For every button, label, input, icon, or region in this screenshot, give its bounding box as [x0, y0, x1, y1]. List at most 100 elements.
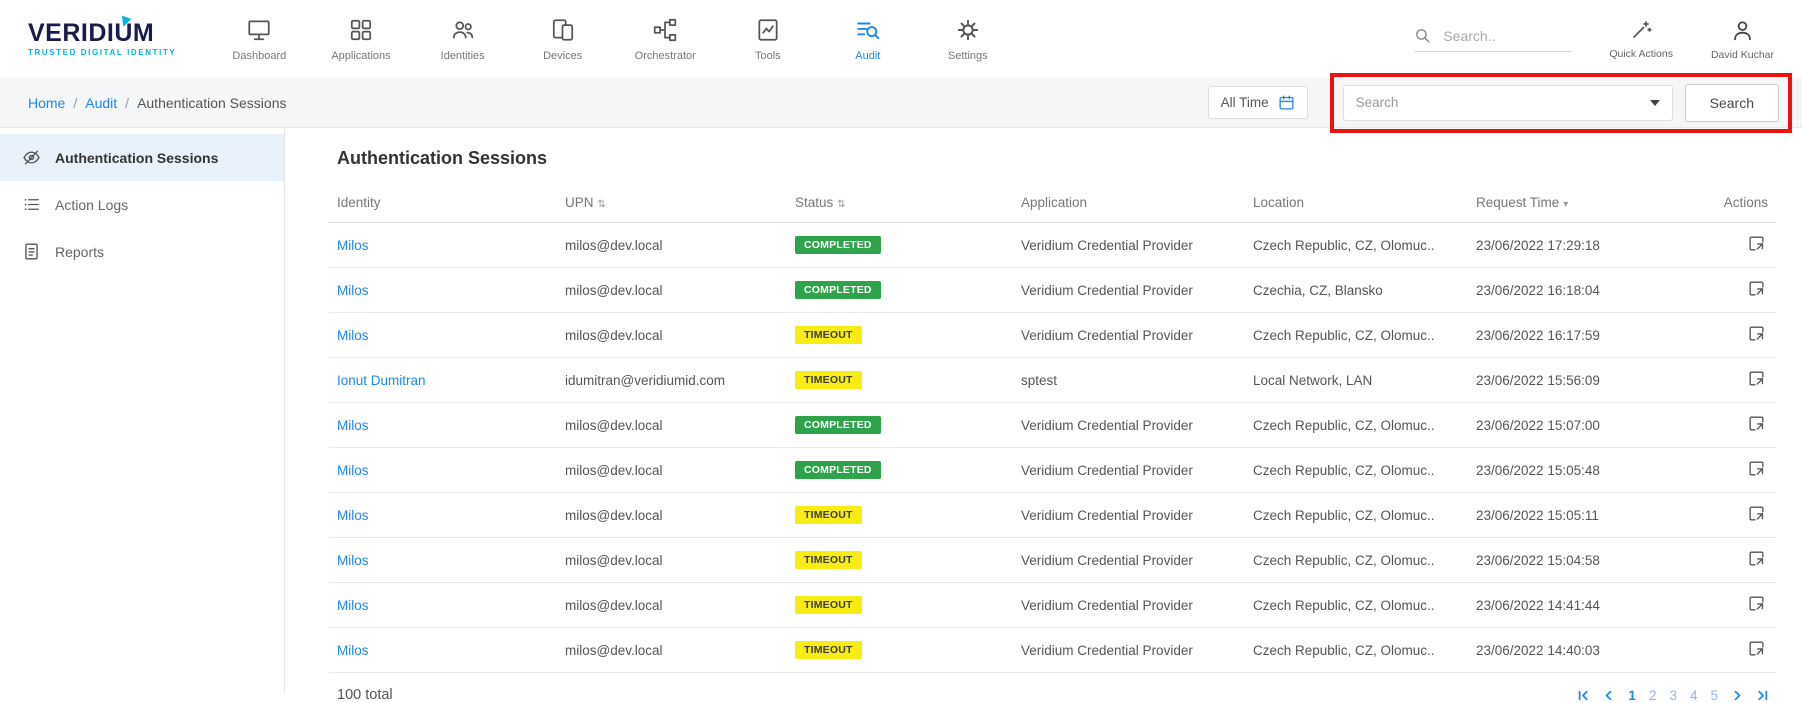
- upn-cell: milos@dev.local: [557, 628, 787, 673]
- application-cell: Veridium Credential Provider: [1013, 538, 1245, 583]
- pagination-first-button[interactable]: [1578, 690, 1589, 701]
- pagination-page-3[interactable]: 3: [1669, 688, 1677, 703]
- view-session-icon[interactable]: [1747, 594, 1766, 613]
- view-session-icon[interactable]: [1747, 234, 1766, 253]
- application-cell: Veridium Credential Provider: [1013, 583, 1245, 628]
- identity-link[interactable]: Milos: [337, 418, 369, 433]
- identity-link[interactable]: Ionut Dumitran: [337, 373, 426, 388]
- logo-wordmark: VERIDIUM: [28, 21, 176, 46]
- view-session-icon[interactable]: [1747, 369, 1766, 388]
- location-cell: Czech Republic, CZ, Olomuc..: [1245, 313, 1468, 358]
- table-footer: 100 total 12345: [329, 687, 1776, 703]
- identity-link[interactable]: Milos: [337, 238, 369, 253]
- pagination-page-1[interactable]: 1: [1628, 688, 1636, 703]
- pagination-last-button[interactable]: [1757, 690, 1768, 701]
- breadcrumb: Home / Audit / Authentication Sessions: [28, 95, 287, 111]
- identity-link[interactable]: Milos: [337, 553, 369, 568]
- sidebar-item-reports[interactable]: Reports: [0, 228, 284, 275]
- sidebar-item-label: Action Logs: [55, 197, 128, 213]
- column-header-request-time[interactable]: Request Time▾: [1468, 185, 1708, 223]
- nav-label: Applications: [331, 50, 390, 62]
- identity-link[interactable]: Milos: [337, 283, 369, 298]
- calendar-icon: [1278, 94, 1295, 111]
- request-time-cell: 23/06/2022 14:40:03: [1468, 628, 1708, 673]
- pagination-page-4[interactable]: 4: [1690, 688, 1698, 703]
- nav-item-settings[interactable]: Settings: [940, 17, 996, 62]
- column-header-location: Location: [1245, 185, 1468, 223]
- application-cell: Veridium Credential Provider: [1013, 403, 1245, 448]
- nav-item-devices[interactable]: Devices: [535, 17, 591, 62]
- column-header-status[interactable]: Status⇅: [787, 185, 1013, 223]
- time-range-button[interactable]: All Time: [1208, 86, 1308, 119]
- upn-cell: milos@dev.local: [557, 403, 787, 448]
- pagination-next-button[interactable]: [1732, 690, 1743, 701]
- application-cell: Veridium Credential Provider: [1013, 223, 1245, 268]
- sidebar-item-action-logs[interactable]: Action Logs: [0, 181, 284, 228]
- nav-item-identities[interactable]: Identities: [435, 17, 491, 62]
- nav-item-tools[interactable]: Tools: [740, 17, 796, 62]
- nav-item-dashboard[interactable]: Dashboard: [231, 17, 287, 62]
- location-cell: Czech Republic, CZ, Olomuc..: [1245, 628, 1468, 673]
- table-row: Milos milos@dev.local COMPLETED Veridium…: [329, 223, 1776, 268]
- topbar-right: Quick Actions David Kuchar: [1414, 18, 1774, 61]
- table-row: Milos milos@dev.local COMPLETED Veridium…: [329, 448, 1776, 493]
- devices-icon: [550, 17, 576, 43]
- breadcrumb-strip: Home / Audit / Authentication Sessions A…: [0, 78, 1802, 128]
- veridium-logo[interactable]: VERIDIUM TRUSTED DIGITAL IDENTITY: [28, 21, 176, 57]
- pagination-prev-button[interactable]: [1603, 690, 1614, 701]
- view-session-icon[interactable]: [1747, 324, 1766, 343]
- nav-item-applications[interactable]: Applications: [331, 17, 390, 62]
- view-session-icon[interactable]: [1747, 639, 1766, 658]
- status-badge: TIMEOUT: [795, 506, 862, 524]
- settings-icon: [955, 17, 981, 43]
- location-cell: Local Network, LAN: [1245, 358, 1468, 403]
- nav-item-audit[interactable]: Audit: [840, 17, 896, 62]
- identity-link[interactable]: Milos: [337, 463, 369, 478]
- column-header-identity: Identity: [329, 185, 557, 223]
- sidebar-item-authentication-sessions[interactable]: Authentication Sessions: [0, 134, 284, 181]
- upn-cell: milos@dev.local: [557, 493, 787, 538]
- upn-cell: milos@dev.local: [557, 223, 787, 268]
- column-header-upn[interactable]: UPN⇅: [557, 185, 787, 223]
- view-session-icon[interactable]: [1747, 459, 1766, 478]
- view-session-icon[interactable]: [1747, 549, 1766, 568]
- identity-link[interactable]: Milos: [337, 598, 369, 613]
- breadcrumb-current: Authentication Sessions: [137, 95, 286, 111]
- sidebar-item-label: Authentication Sessions: [55, 150, 218, 166]
- global-search-input[interactable]: [1441, 27, 1571, 45]
- user-menu[interactable]: David Kuchar: [1711, 18, 1774, 61]
- audit-search-dropdown[interactable]: Search: [1343, 85, 1673, 121]
- location-cell: Czech Republic, CZ, Olomuc..: [1245, 223, 1468, 268]
- identities-icon: [450, 17, 476, 43]
- application-cell: Veridium Credential Provider: [1013, 493, 1245, 538]
- nav-item-orchestrator[interactable]: Orchestrator: [635, 17, 696, 62]
- nav-label: Devices: [543, 50, 582, 62]
- pagination-page-5[interactable]: 5: [1710, 688, 1718, 703]
- identity-link[interactable]: Milos: [337, 508, 369, 523]
- identity-link[interactable]: Milos: [337, 643, 369, 658]
- view-session-icon[interactable]: [1747, 414, 1766, 433]
- location-cell: Czech Republic, CZ, Olomuc..: [1245, 403, 1468, 448]
- table-row: Milos milos@dev.local TIMEOUT Veridium C…: [329, 313, 1776, 358]
- request-time-cell: 23/06/2022 16:17:59: [1468, 313, 1708, 358]
- request-time-cell: 23/06/2022 15:05:11: [1468, 493, 1708, 538]
- view-session-icon[interactable]: [1747, 279, 1766, 298]
- sessions-table: Identity UPN⇅ Status⇅ Application Locati…: [329, 185, 1776, 673]
- authentication-sessions-icon: [22, 148, 41, 167]
- quick-actions-button[interactable]: Quick Actions: [1609, 18, 1673, 60]
- audit-search-placeholder: Search: [1356, 95, 1399, 110]
- quick-actions-icon: [1629, 18, 1653, 42]
- view-session-icon[interactable]: [1747, 504, 1766, 523]
- page-title: Authentication Sessions: [337, 148, 1776, 169]
- breadcrumb-audit-link[interactable]: Audit: [85, 95, 117, 111]
- action-logs-icon: [22, 195, 41, 214]
- column-header-application: Application: [1013, 185, 1245, 223]
- content-area: Authentication Sessions Action Logs Repo…: [0, 128, 1802, 693]
- breadcrumb-home-link[interactable]: Home: [28, 95, 65, 111]
- pagination-page-2[interactable]: 2: [1649, 688, 1657, 703]
- chevron-down-icon: [1650, 100, 1660, 106]
- search-icon: [1414, 27, 1431, 44]
- audit-search-button[interactable]: Search: [1685, 84, 1779, 122]
- identity-link[interactable]: Milos: [337, 328, 369, 343]
- application-cell: Veridium Credential Provider: [1013, 628, 1245, 673]
